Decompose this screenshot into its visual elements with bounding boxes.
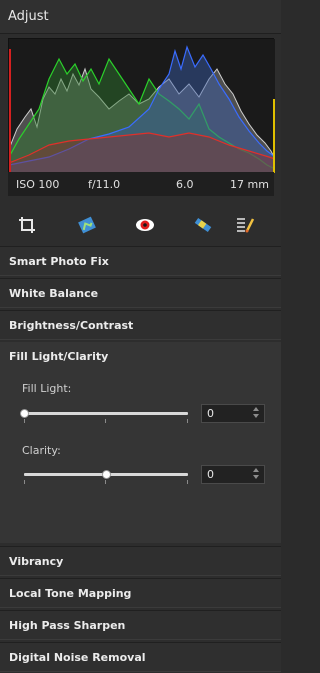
straighten-button[interactable]: [190, 212, 216, 238]
panel-title: Adjust: [8, 9, 49, 24]
exposure-value: 6.0: [176, 178, 194, 191]
tool-brush-icon: [237, 218, 255, 233]
crop-icon: [19, 217, 35, 233]
section-label: White Balance: [9, 287, 99, 300]
tool-brush-button[interactable]: [232, 212, 258, 238]
aperture-value: f/11.0: [88, 178, 121, 191]
clarity-ticks: [24, 480, 188, 484]
spin-down-icon[interactable]: [253, 414, 259, 418]
section-vibrancy[interactable]: Vibrancy: [0, 546, 281, 576]
fill-light-spinner[interactable]: [252, 406, 260, 421]
focal-length-value: 17 mm: [230, 178, 269, 191]
clarity-value: 0: [207, 468, 214, 481]
section-label: Digital Noise Removal: [9, 651, 146, 664]
section-label: Local Tone Mapping: [9, 587, 132, 600]
section-white-balance[interactable]: White Balance: [0, 278, 281, 308]
iso-value: ISO 100: [16, 178, 60, 191]
histogram-graph: [9, 39, 275, 173]
adjust-panel: Adjust ISO 100 f/11.0 6.0 17 mm Smart Ph…: [0, 0, 281, 673]
histogram: [8, 38, 275, 173]
spin-down-icon[interactable]: [253, 475, 259, 479]
section-smart-photo-fix[interactable]: Smart Photo Fix: [0, 246, 281, 276]
spin-up-icon[interactable]: [253, 468, 259, 472]
tool-row: [0, 204, 281, 244]
exif-bar: ISO 100 f/11.0 6.0 17 mm: [8, 172, 274, 196]
fill-light-slider-thumb[interactable]: [19, 409, 29, 418]
section-label: Smart Photo Fix: [9, 255, 109, 268]
image-adjust-button[interactable]: [74, 212, 100, 238]
fill-light-slider[interactable]: [24, 412, 188, 415]
fill-light-ticks: [24, 419, 188, 423]
crop-tool-button[interactable]: [14, 212, 40, 238]
red-eye-icon: [136, 219, 154, 231]
red-eye-button[interactable]: [132, 212, 158, 238]
section-brightness-contrast[interactable]: Brightness/Contrast: [0, 310, 281, 340]
fill-light-input[interactable]: 0: [201, 404, 265, 423]
straighten-icon: [194, 217, 212, 233]
section-fill-light-clarity: Fill Light/Clarity Fill Light: 0 Clarity…: [0, 342, 281, 543]
section-local-tone-mapping[interactable]: Local Tone Mapping: [0, 578, 281, 608]
section-digital-noise-removal[interactable]: Digital Noise Removal: [0, 642, 281, 672]
section-label: Vibrancy: [9, 555, 64, 568]
clarity-label: Clarity:: [22, 444, 61, 457]
clarity-spinner[interactable]: [252, 467, 260, 482]
section-label[interactable]: Fill Light/Clarity: [9, 350, 108, 363]
section-high-pass-sharpen[interactable]: High Pass Sharpen: [0, 610, 281, 640]
panel-header: Adjust: [0, 0, 281, 34]
fill-light-value: 0: [207, 407, 214, 420]
fill-light-label: Fill Light:: [22, 382, 72, 395]
spin-up-icon[interactable]: [253, 407, 259, 411]
image-adjust-icon: [78, 216, 96, 234]
clarity-slider-thumb[interactable]: [101, 470, 111, 479]
clarity-input[interactable]: 0: [201, 465, 265, 484]
section-label: High Pass Sharpen: [9, 619, 126, 632]
section-label: Brightness/Contrast: [9, 319, 134, 332]
